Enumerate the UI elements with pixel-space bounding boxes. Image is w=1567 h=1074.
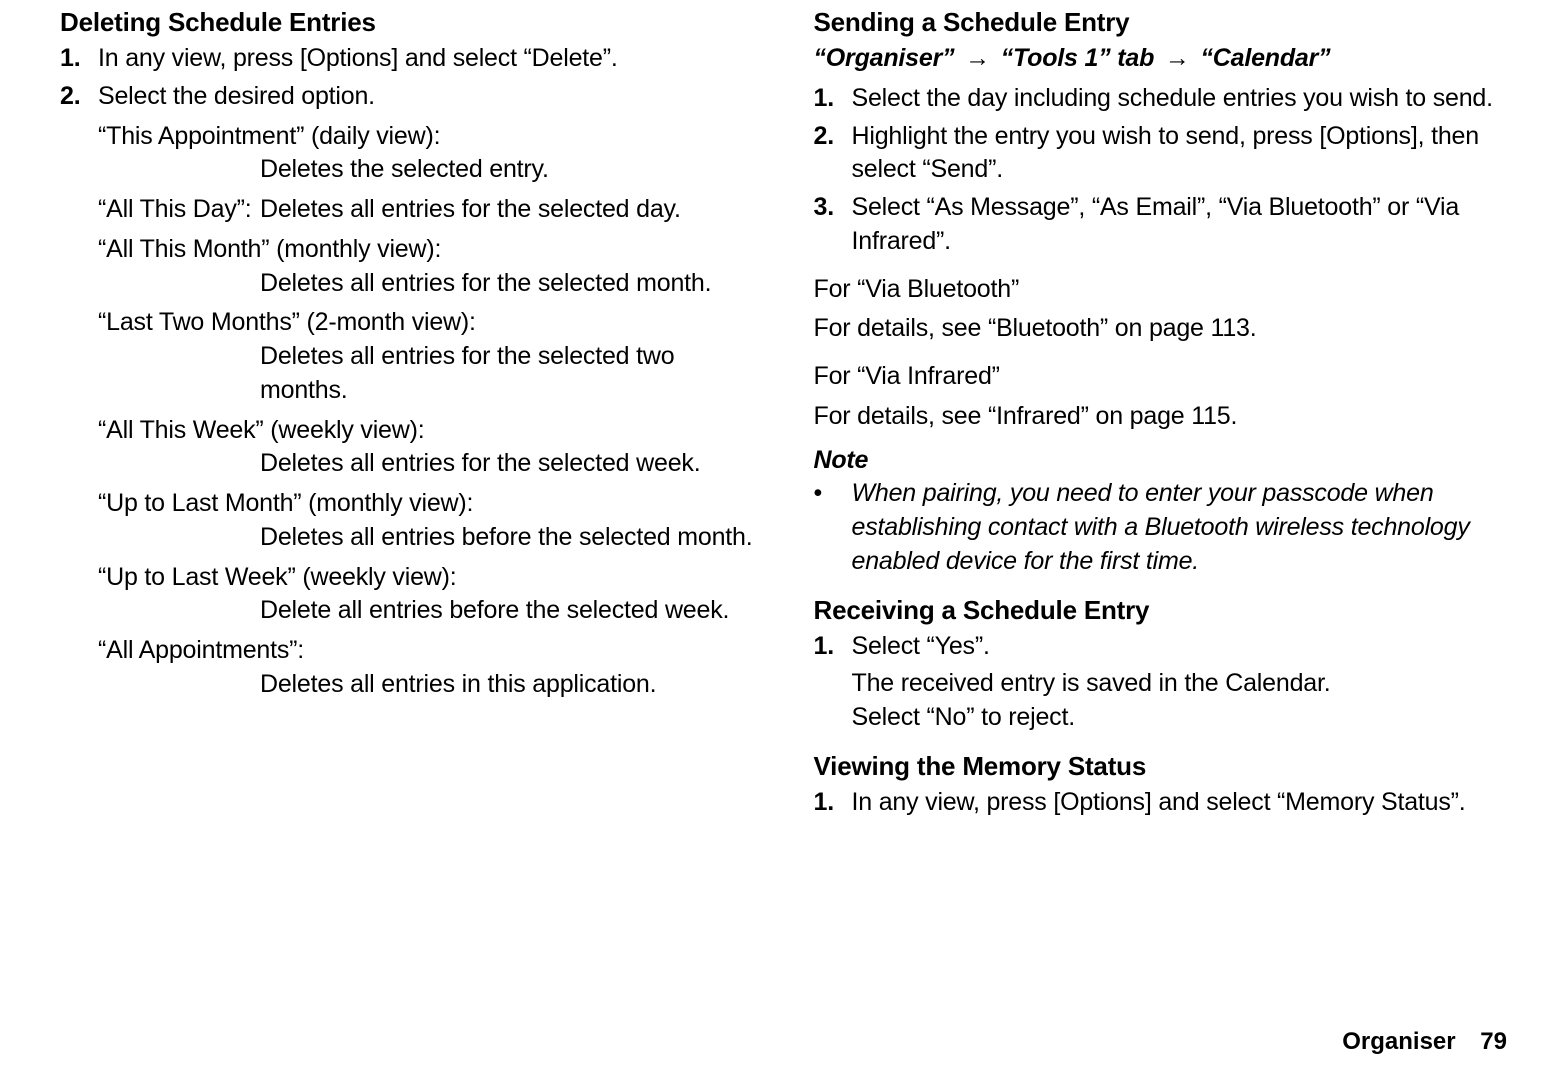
footer-section: Organiser bbox=[1342, 1028, 1455, 1055]
infrared-text: For details, see “Infrared” on page 115. bbox=[814, 400, 1508, 434]
step-number: 2. bbox=[60, 80, 98, 114]
step-text: Select “Yes”. bbox=[852, 630, 1508, 664]
heading-deleting: Deleting Schedule Entries bbox=[60, 5, 754, 40]
step-number: 1. bbox=[814, 786, 852, 820]
note-body: • When pairing, you need to enter your p… bbox=[814, 477, 1508, 578]
option-up-to-last-month: “Up to Last Month” (monthly view): Delet… bbox=[98, 487, 754, 555]
step-number: 1. bbox=[814, 82, 852, 116]
nav-path: “Organiser” → “Tools 1” tab → “Calendar” bbox=[814, 42, 1508, 76]
list-item: 2. Select the desired option. bbox=[60, 80, 754, 114]
infrared-heading: For “Via Infrared” bbox=[814, 360, 1508, 394]
option-all-this-week: “All This Week” (weekly view): Deletes a… bbox=[98, 414, 754, 482]
footer-page-number: 79 bbox=[1480, 1028, 1507, 1055]
receiving-subtext: Select “No” to reject. bbox=[852, 701, 1508, 735]
option-desc: Deletes all entries before the selected … bbox=[260, 521, 754, 555]
note-text: When pairing, you need to enter your pas… bbox=[844, 477, 1508, 578]
step-text: Select the day including schedule entrie… bbox=[852, 82, 1508, 116]
receiving-subtext: The received entry is saved in the Calen… bbox=[852, 667, 1508, 701]
arrow-right-icon: → bbox=[1161, 44, 1194, 72]
heading-receiving: Receiving a Schedule Entry bbox=[814, 593, 1508, 628]
option-term: “Up to Last Month” (monthly view): bbox=[98, 487, 754, 521]
option-all-this-month: “All This Month” (monthly view): Deletes… bbox=[98, 233, 754, 301]
nav-part: “Organiser” bbox=[814, 44, 955, 72]
step-text: Highlight the entry you wish to send, pr… bbox=[852, 120, 1508, 188]
step-number: 1. bbox=[814, 630, 852, 664]
option-term: “All This Month” (monthly view): bbox=[98, 233, 754, 267]
nav-part: “Tools 1” tab bbox=[1001, 44, 1154, 72]
step-number: 2. bbox=[814, 120, 852, 188]
option-desc: Deletes all entries for the selected two… bbox=[260, 340, 754, 408]
option-desc: Deletes the selected entry. bbox=[260, 153, 754, 187]
option-desc: Deletes all entries for the selected mon… bbox=[260, 267, 754, 301]
left-column: Deleting Schedule Entries 1. In any view… bbox=[60, 5, 754, 1054]
option-last-two-months: “Last Two Months” (2-month view): Delete… bbox=[98, 306, 754, 407]
list-item: 2. Highlight the entry you wish to send,… bbox=[814, 120, 1508, 188]
option-term: “This Appointment” (daily view): bbox=[98, 120, 754, 154]
option-all-this-day: “All This Day”: Deletes all entries for … bbox=[98, 193, 754, 227]
delete-options: “This Appointment” (daily view): Deletes… bbox=[98, 120, 754, 702]
bluetooth-text: For details, see “Bluetooth” on page 113… bbox=[814, 312, 1508, 346]
list-item: 1. In any view, press [Options] and sele… bbox=[814, 786, 1508, 820]
option-term: “All This Week” (weekly view): bbox=[98, 414, 754, 448]
heading-memory-status: Viewing the Memory Status bbox=[814, 749, 1508, 784]
option-term: “All Appointments”: bbox=[98, 634, 754, 668]
list-item: 1. Select “Yes”. bbox=[814, 630, 1508, 664]
option-desc: Deletes all entries in this application. bbox=[260, 668, 754, 702]
list-item: 1. In any view, press [Options] and sele… bbox=[60, 42, 754, 76]
sending-steps: 1. Select the day including schedule ent… bbox=[814, 82, 1508, 259]
step-number: 3. bbox=[814, 191, 852, 259]
option-term: “Last Two Months” (2-month view): bbox=[98, 306, 754, 340]
bluetooth-heading: For “Via Bluetooth” bbox=[814, 273, 1508, 307]
arrow-right-icon: → bbox=[961, 44, 994, 72]
memory-steps: 1. In any view, press [Options] and sele… bbox=[814, 786, 1508, 820]
option-term: “Up to Last Week” (weekly view): bbox=[98, 561, 754, 595]
deleting-steps: 1. In any view, press [Options] and sele… bbox=[60, 42, 754, 114]
heading-sending: Sending a Schedule Entry bbox=[814, 5, 1508, 40]
option-desc: Deletes all entries for the selected wee… bbox=[260, 447, 754, 481]
option-all-appointments: “All Appointments”: Deletes all entries … bbox=[98, 634, 754, 702]
list-item: 1. Select the day including schedule ent… bbox=[814, 82, 1508, 116]
option-this-appointment: “This Appointment” (daily view): Deletes… bbox=[98, 120, 754, 188]
option-term: “All This Day”: bbox=[98, 193, 260, 227]
list-item: 3. Select “As Message”, “As Email”, “Via… bbox=[814, 191, 1508, 259]
bullet-icon: • bbox=[814, 477, 844, 578]
option-desc: Delete all entries before the selected w… bbox=[260, 594, 754, 628]
option-desc: Deletes all entries for the selected day… bbox=[260, 193, 754, 227]
step-text: In any view, press [Options] and select … bbox=[98, 42, 754, 76]
step-text: Select “As Message”, “As Email”, “Via Bl… bbox=[852, 191, 1508, 259]
receiving-steps: 1. Select “Yes”. bbox=[814, 630, 1508, 664]
step-text: In any view, press [Options] and select … bbox=[852, 786, 1508, 820]
step-text: Select the desired option. bbox=[98, 80, 754, 114]
nav-part: “Calendar” bbox=[1200, 44, 1330, 72]
note-heading: Note bbox=[814, 444, 1508, 478]
page: Deleting Schedule Entries 1. In any view… bbox=[0, 0, 1567, 1074]
option-up-to-last-week: “Up to Last Week” (weekly view): Delete … bbox=[98, 561, 754, 629]
right-column: Sending a Schedule Entry “Organiser” → “… bbox=[814, 5, 1508, 1054]
step-number: 1. bbox=[60, 42, 98, 76]
page-footer: Organiser 79 bbox=[1342, 1028, 1507, 1056]
